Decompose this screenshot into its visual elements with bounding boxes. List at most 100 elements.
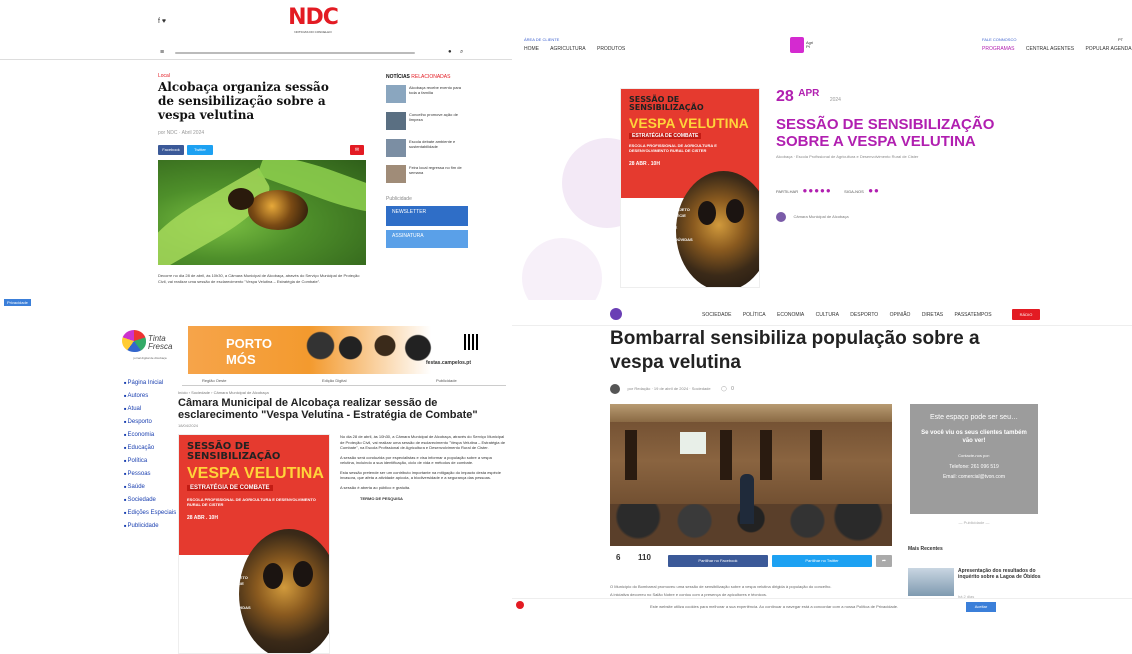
q1-sidebar-title: NOTÍCIAS xyxy=(386,74,410,80)
q4-ad-box[interactable]: Este espaço pode ser seu… Se você viu os… xyxy=(910,404,1038,514)
q1-facebook-button[interactable]: Facebook xyxy=(158,145,184,155)
q4-nav-item[interactable]: DIRETAS xyxy=(922,312,943,318)
q3-menu-item[interactable]: Desporto xyxy=(124,419,176,425)
q4-nav-item[interactable]: DESPORTO xyxy=(850,312,878,318)
q2-logo[interactable]: Agri Pt xyxy=(790,37,820,55)
q1-wasp-photo xyxy=(158,160,366,265)
q3-menu-item[interactable]: Política xyxy=(124,458,176,464)
q3-paragraph: No dia 28 de abril, às 10h30, a Câmara M… xyxy=(340,434,506,450)
q1-sidebar-thumb[interactable] xyxy=(386,85,406,103)
q3-logo-line2: Fresca xyxy=(148,342,173,351)
q4-facebook-button[interactable]: Partilhar no Facebook xyxy=(668,555,768,567)
q4-cookie-icon[interactable] xyxy=(516,601,524,609)
q1-menu-icon[interactable]: ≡ xyxy=(160,49,164,56)
q1-sidebar-item[interactable]: Alcobaça recebe evento para toda a famíl… xyxy=(409,85,467,95)
q3-menu-item[interactable]: Educação xyxy=(124,445,176,451)
q3-body: No dia 28 de abril, às 10h30, a Câmara M… xyxy=(340,434,506,502)
q3-paragraph: A sessão é aberta ao público e gratuita. xyxy=(340,484,411,490)
q4-header: SOCIEDADE POLÍTICA ECONOMIA CULTURA DESP… xyxy=(512,300,1132,326)
q1-user-icon[interactable]: ● xyxy=(448,49,452,55)
q4-nav-item[interactable]: PASSATEMPOS xyxy=(955,312,992,318)
q2-nav-item[interactable]: PROGRAMAS xyxy=(982,46,1015,52)
q2-nav-item[interactable]: HOME xyxy=(524,46,539,52)
q2-share-icons[interactable]: ●●●●● xyxy=(803,186,832,195)
q4-comment-icon[interactable]: ◯ xyxy=(721,386,727,392)
q1-newsletter-widget[interactable]: NEWSLETTER xyxy=(386,206,468,226)
q4-nav-item[interactable]: CULTURA xyxy=(816,312,839,318)
q1-sidebar-thumb[interactable] xyxy=(386,112,406,130)
q3-menu-item[interactable]: Autores xyxy=(124,393,176,399)
q1-article-title: Alcobaça organiza sessão de sensibilizaç… xyxy=(158,80,329,122)
q3-menu-item[interactable]: Sociedade xyxy=(124,497,176,503)
q3-banner[interactable]: PORTO MÓS festas.campelos.pt xyxy=(188,326,492,374)
q4-twitter-button[interactable]: Partilhar no Twitter xyxy=(772,555,872,567)
q2-top-left-link[interactable]: ÁREA DE CLIENTE xyxy=(524,37,559,42)
q2-top-right-link[interactable]: FALE CONNOSCO xyxy=(982,37,1016,42)
q3-subnav-item[interactable]: Publicidade xyxy=(436,378,457,383)
q2-author[interactable]: Câmara Municipal de Alcobaça xyxy=(776,208,849,226)
q4-nav-item[interactable]: SOCIEDADE xyxy=(702,312,731,318)
q2-poster-line5: ESCOLA PROFISSIONAL DE AGRICULTURA E DES… xyxy=(629,143,717,153)
q1-share-button[interactable]: ✉ xyxy=(350,145,364,155)
q1-author-meta: por NDC · Abril 2024 xyxy=(158,130,205,136)
q1-privacy-badge[interactable]: Privacidade xyxy=(4,299,31,306)
q2-poster-line2: SENSIBILIZAÇÃO xyxy=(629,103,704,112)
q4-related-thumb[interactable] xyxy=(908,568,954,596)
q3-menu-item[interactable]: Economia xyxy=(124,432,176,438)
q4-cookie-text: Este website utiliza cookies para melhor… xyxy=(650,604,899,609)
q3-tag[interactable]: TERMO DE PESQUISA xyxy=(340,496,506,502)
q4-related-item[interactable]: Apresentação dos resultados do inquérito… xyxy=(958,568,1042,580)
q3-menu-item[interactable]: Página Inicial xyxy=(124,380,176,386)
q2-nav-item[interactable]: CENTRAL AGENTES xyxy=(1026,46,1074,52)
q3-banner-qr xyxy=(464,334,480,350)
q2-lang[interactable]: PT xyxy=(1118,37,1123,42)
q1-sidebar-item[interactable]: Feira local regressa no fim de semana xyxy=(409,165,467,175)
q2-poster-line4: ESTRATÉGIA DE COMBATE xyxy=(629,133,702,139)
q2-nav-right: PROGRAMAS CENTRAL AGENTES POPULAR AGENDA xyxy=(982,46,1132,52)
q1-social-icons[interactable]: f ♥ xyxy=(158,18,166,25)
q2-nav-item[interactable]: POPULAR AGENDA xyxy=(1085,46,1131,52)
q1-search-icon[interactable]: ⌕ xyxy=(460,49,463,56)
q1-category[interactable]: Local xyxy=(158,73,170,79)
q3-banner-site: festas.campelos.pt xyxy=(426,360,472,366)
q3-menu-item[interactable]: Pessoas xyxy=(124,471,176,477)
q1-sidebar-label: Publicidade xyxy=(386,196,412,202)
q4-more-share-button[interactable]: ➦ xyxy=(876,555,892,567)
q4-nav-item[interactable]: ECONOMIA xyxy=(777,312,804,318)
q3-subnav-item[interactable]: Região Oeste xyxy=(202,378,226,383)
q4-nav-item[interactable]: OPINIÃO xyxy=(890,312,911,318)
q3-poster-line4: ESTRATÉGIA DE COMBATE xyxy=(187,485,273,491)
q4-ad-email: Email: comercial@tvon.com xyxy=(942,474,1006,480)
q3-menu-item[interactable]: Publicidade xyxy=(124,523,176,529)
q3-subnav-item[interactable]: Edição Digital xyxy=(322,378,346,383)
q1-sidebar-item[interactable]: Concelho promove ação de limpeza xyxy=(409,112,467,122)
q4-title: Bombarral sensibiliza população sobre a … xyxy=(610,328,980,373)
q3-logo[interactable]: Tinta Fresca jornal digital de Alcobaça xyxy=(122,330,178,378)
q3-menu-item[interactable]: Atual xyxy=(124,406,176,412)
q4-photo-screen xyxy=(680,432,706,454)
q4-cookie-accept-button[interactable]: Aceitar xyxy=(966,602,996,612)
q1-subscription-widget[interactable]: ASSINATURA xyxy=(386,230,468,248)
q4-radio-button[interactable]: RÁDIO xyxy=(1012,309,1040,320)
q3-breadcrumb[interactable]: Início › Sociedade › Câmara Municipal de… xyxy=(178,390,269,395)
q4-nav: SOCIEDADE POLÍTICA ECONOMIA CULTURA DESP… xyxy=(702,312,1002,318)
q4-logo[interactable] xyxy=(610,308,622,320)
q1-sidebar-thumb[interactable] xyxy=(386,139,406,157)
q1-nav-links[interactable] xyxy=(175,52,415,54)
q4-related-title: Mais Recentes xyxy=(908,546,943,552)
q2-follow-icons[interactable]: ●● xyxy=(868,186,880,195)
q3-menu-item[interactable]: Saúde xyxy=(124,484,176,490)
q1-sidebar-thumb[interactable] xyxy=(386,165,406,183)
q2-agri-page: ÁREA DE CLIENTE HOME AGRICULTURA PRODUTO… xyxy=(512,28,1132,322)
q3-poster-date: 28 ABR . 10H xyxy=(187,515,218,521)
q2-nav-item[interactable]: AGRICULTURA xyxy=(550,46,585,52)
q3-poster: SESSÃO DE SENSIBILIZAÇÃO VESPA VELUTINA … xyxy=(178,434,330,654)
q1-twitter-button[interactable]: Twitter xyxy=(187,145,213,155)
q3-menu-item[interactable]: Edições Especiais xyxy=(124,510,177,516)
q4-nav-item[interactable]: POLÍTICA xyxy=(743,312,766,318)
q2-nav-item[interactable]: PRODUTOS xyxy=(597,46,625,52)
q1-sidebar-item[interactable]: Escola debate ambiente e sustentabilidad… xyxy=(409,139,467,149)
q4-author-avatar[interactable] xyxy=(610,383,620,394)
q1-logo[interactable]: NDC NOTICIAS DO CONCELHO xyxy=(287,6,339,40)
q3-logo-sub: jornal digital de Alcobaça xyxy=(133,356,167,360)
